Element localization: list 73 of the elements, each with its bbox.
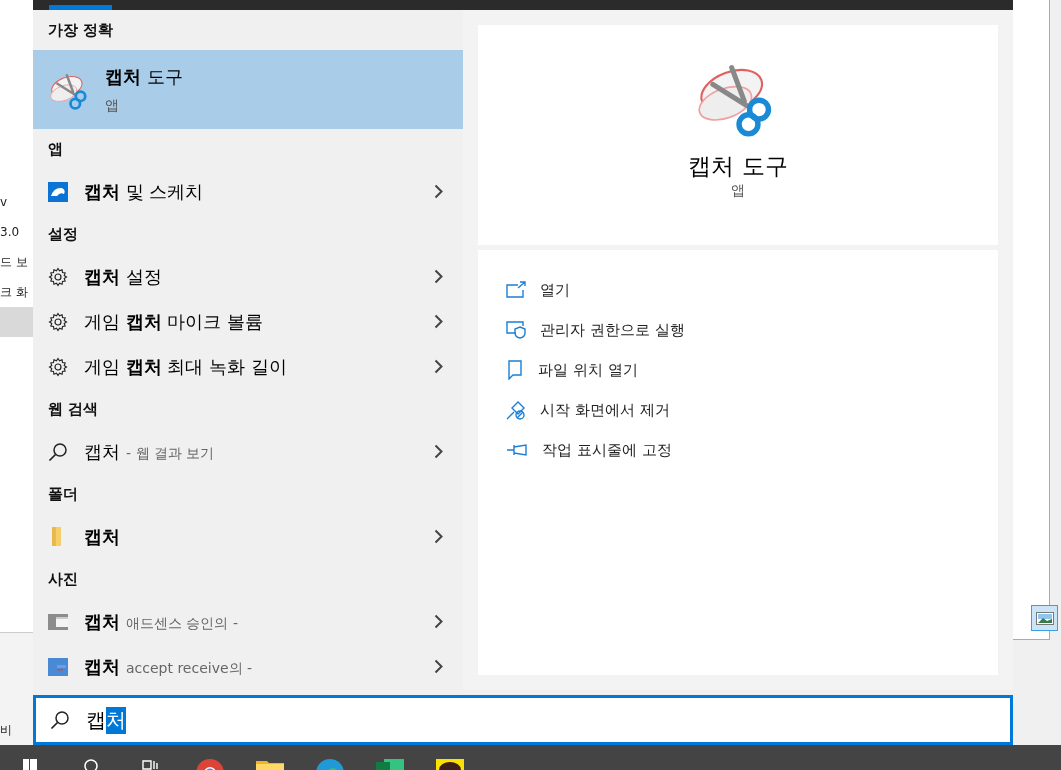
action-item[interactable]: 시작 화면에서 제거 <box>506 390 970 430</box>
task-view-icon[interactable] <box>141 759 159 770</box>
action-item[interactable]: 열기 <box>506 270 970 310</box>
chevron-icon <box>434 614 443 629</box>
settings-icon <box>48 356 68 377</box>
open-external-icon <box>506 281 526 299</box>
shield-icon <box>506 321 526 339</box>
chevron-icon <box>434 359 443 374</box>
unpin-icon <box>506 400 526 420</box>
background-text: 크 화 <box>0 284 29 301</box>
result-item[interactable]: 캡처 accept receive의 - <box>33 644 463 689</box>
item-label: 캡처 <box>84 439 120 464</box>
item-label: 게임 캡처 마이크 볼륨 <box>84 309 264 334</box>
item-label: 게임 캡처 최대 녹화 길이 <box>84 354 287 379</box>
item-title: 캡처 도구 <box>105 64 183 89</box>
search-icon[interactable] <box>82 759 98 770</box>
chevron-icon <box>434 529 443 544</box>
chevron-icon <box>434 184 443 199</box>
section-heading: 사진 <box>47 568 79 590</box>
action-item[interactable]: 파일 위치 열기 <box>506 350 970 390</box>
search-field[interactable]: 캡처 <box>33 695 1013 745</box>
result-item[interactable]: 게임 캡처 최대 녹화 길이 <box>33 344 463 389</box>
section-heading: 웹 검색 <box>47 398 100 420</box>
background-text: 드 보 <box>0 254 29 271</box>
item-label: 캡처 <box>84 609 120 634</box>
search-icon <box>48 441 68 462</box>
item-detail: accept receive의 - <box>126 659 253 678</box>
tab-indicator <box>49 5 112 10</box>
item-detail: - 웹 결과 보기 <box>126 444 215 463</box>
background-text: 3.0 <box>0 224 21 241</box>
pin-icon <box>506 443 528 457</box>
section-heading: 가장 정확 <box>47 19 115 41</box>
result-item[interactable]: 캡처 설정 <box>33 254 463 299</box>
item-detail: 애드센스 승인의 - <box>126 614 238 633</box>
folder-icon[interactable] <box>256 759 284 770</box>
action-item[interactable]: 작업 표시줄에 고정 <box>506 430 970 470</box>
edge-icon[interactable] <box>316 759 344 770</box>
section-heading: 앱 <box>47 138 64 160</box>
settings-icon <box>48 266 68 287</box>
selection-band <box>0 307 33 337</box>
background-text: v <box>0 194 9 211</box>
selected-text: 처 <box>106 706 126 734</box>
result-item[interactable]: 캡처 애드센스 승인의 - <box>33 599 463 644</box>
windows-logo-icon[interactable] <box>23 759 37 770</box>
item-label: 캡처 <box>84 524 120 549</box>
result-item[interactable]: 캡처 및 스케치 <box>33 169 463 214</box>
background-text: 비 <box>0 722 13 739</box>
image-icon <box>1035 611 1054 625</box>
settings-icon <box>48 311 68 332</box>
folder-icon <box>52 527 61 546</box>
app-title: 캡처 도구 <box>688 152 788 181</box>
app-icon <box>48 181 68 202</box>
chevron-icon <box>434 444 443 459</box>
result-item[interactable]: 캡처 <box>33 514 463 559</box>
item-label: 캡처 설정 <box>84 264 162 289</box>
result-item[interactable]: 게임 캡처 마이크 볼륨 <box>33 299 463 344</box>
search-icon <box>50 710 70 730</box>
item-label: 캡처 및 스케치 <box>84 179 204 204</box>
chevron-icon <box>434 659 443 674</box>
best-match-item[interactable]: 캡처 도구 앱 <box>33 50 463 129</box>
chevron-icon <box>434 314 443 329</box>
app-subtitle: 앱 <box>731 182 745 200</box>
spreadsheet-icon[interactable] <box>376 759 404 770</box>
section-heading: 설정 <box>47 223 79 245</box>
item-subtitle: 앱 <box>105 96 120 115</box>
browser-icon[interactable] <box>196 759 224 770</box>
action-item[interactable]: 관리자 권한으로 실행 <box>506 310 970 350</box>
result-item[interactable]: 캡처 - 웹 결과 보기 <box>33 429 463 474</box>
item-label: 캡처 <box>84 654 120 679</box>
chevron-icon <box>434 269 443 284</box>
chat-icon[interactable] <box>436 759 464 770</box>
section-heading: 폴더 <box>47 483 79 505</box>
image-view-button[interactable] <box>1031 605 1058 631</box>
